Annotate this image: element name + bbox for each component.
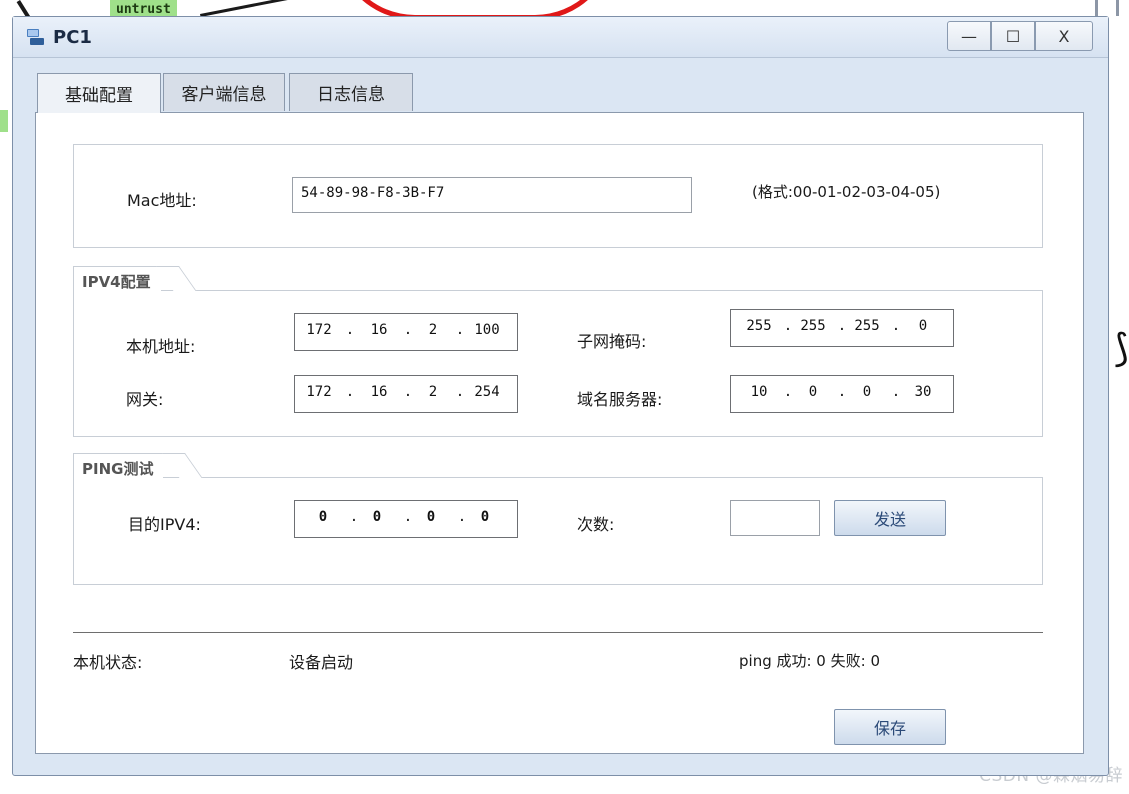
ip-dot: . <box>345 384 355 400</box>
canvas-fragment-glyph: ⟆ <box>1114 326 1129 370</box>
dns-input[interactable]: 10. 0. 0. 30 <box>730 375 954 413</box>
maximize-button[interactable]: ☐ <box>991 21 1035 51</box>
ip-octet: 16 <box>370 322 388 338</box>
ip-octet: 255 <box>746 318 772 334</box>
zone-tag-fragment <box>0 110 8 132</box>
window-title: PC1 <box>53 27 92 48</box>
ipv4-legend: IPV4配置 <box>73 266 161 296</box>
ping-group: 目的IPV4: 0. 0. 0. 0 次数: 发送 <box>73 477 1043 585</box>
legend-tab-edge <box>156 266 197 291</box>
mac-input[interactable]: 54-89-98-F8-3B-F7 <box>292 177 692 213</box>
pc-config-window: PC1 — ☐ X 基础配置 客户端信息 日志信息 Mac地址: 54-89-9… <box>12 16 1109 776</box>
ip-dot: . <box>837 384 847 400</box>
tab-content-panel: Mac地址: 54-89-98-F8-3B-F7 (格式:00-01-02-03… <box>35 112 1084 754</box>
mac-group: Mac地址: 54-89-98-F8-3B-F7 (格式:00-01-02-03… <box>73 144 1043 248</box>
ip-octet: 172 <box>306 384 332 400</box>
gateway-label: 网关: <box>126 390 164 409</box>
ping-target-input[interactable]: 0. 0. 0. 0 <box>294 500 518 538</box>
ip-octet: 0 <box>318 509 328 525</box>
zone-tag-untrust: untrust <box>110 0 177 17</box>
ip-octet: 172 <box>306 322 332 338</box>
subnet-label: 子网掩码: <box>577 332 647 351</box>
ip-octet: 0 <box>808 384 818 400</box>
close-icon: X <box>1058 26 1070 46</box>
ip-dot: . <box>403 322 413 338</box>
ip-dot: . <box>403 384 413 400</box>
ip-octet: 30 <box>914 384 932 400</box>
tab-log-info[interactable]: 日志信息 <box>289 73 413 111</box>
legend-tab-edge <box>162 453 203 478</box>
maximize-icon: ☐ <box>1005 26 1021 46</box>
canvas-scroll-rail <box>1095 0 1119 16</box>
ip-octet: 100 <box>474 322 500 338</box>
local-ip-label: 本机地址: <box>126 337 196 356</box>
send-button[interactable]: 发送 <box>834 500 946 536</box>
ip-octet: 2 <box>428 322 438 338</box>
status-value: 设备启动 <box>289 653 354 672</box>
ip-octet: 0 <box>426 509 436 525</box>
ip-dot: . <box>837 318 847 334</box>
subnet-input[interactable]: 255. 255. 255. 0 <box>730 309 954 347</box>
topology-link <box>200 0 309 17</box>
status-divider <box>73 632 1043 633</box>
ip-dot: . <box>891 384 901 400</box>
save-button[interactable]: 保存 <box>834 709 946 745</box>
title-bar[interactable]: PC1 — ☐ X <box>13 17 1108 58</box>
ip-octet: 254 <box>474 384 500 400</box>
ip-octet: 2 <box>428 384 438 400</box>
ip-octet: 0 <box>480 509 490 525</box>
mac-label: Mac地址: <box>127 191 197 210</box>
ip-octet: 10 <box>750 384 768 400</box>
gateway-input[interactable]: 172. 16. 2. 254 <box>294 375 518 413</box>
ip-dot: . <box>891 318 901 334</box>
dns-label: 域名服务器: <box>577 390 663 409</box>
ping-legend: PING测试 <box>73 453 164 483</box>
ip-octet: 255 <box>800 318 826 334</box>
tab-basic-config[interactable]: 基础配置 <box>37 73 161 113</box>
ip-dot: . <box>455 322 465 338</box>
minimize-icon: — <box>961 26 977 46</box>
ping-result: ping 成功: 0 失败: 0 <box>739 652 880 670</box>
ping-count-input[interactable] <box>730 500 820 536</box>
mac-value: 54-89-98-F8-3B-F7 <box>301 185 445 201</box>
ping-count-label: 次数: <box>577 515 615 534</box>
ipv4-group: 本机地址: 172. 16. 2. 100 子网掩码: 255. 255. 25… <box>73 290 1043 437</box>
mac-format-hint: (格式:00-01-02-03-04-05) <box>752 183 941 201</box>
status-label: 本机状态: <box>73 653 143 672</box>
tab-client-info[interactable]: 客户端信息 <box>163 73 285 111</box>
local-ip-input[interactable]: 172. 16. 2. 100 <box>294 313 518 351</box>
ip-octet: 0 <box>372 509 382 525</box>
ip-octet: 0 <box>862 384 872 400</box>
ip-dot: . <box>345 322 355 338</box>
ip-dot: . <box>455 384 465 400</box>
ip-dot: . <box>783 384 793 400</box>
ip-dot: . <box>783 318 793 334</box>
ip-octet: 255 <box>854 318 880 334</box>
ip-octet: 0 <box>918 318 928 334</box>
close-button[interactable]: X <box>1035 21 1093 51</box>
minimize-button[interactable]: — <box>947 21 991 51</box>
ip-octet: 16 <box>370 384 388 400</box>
ping-target-label: 目的IPV4: <box>128 515 201 534</box>
pc-icon <box>27 29 44 45</box>
